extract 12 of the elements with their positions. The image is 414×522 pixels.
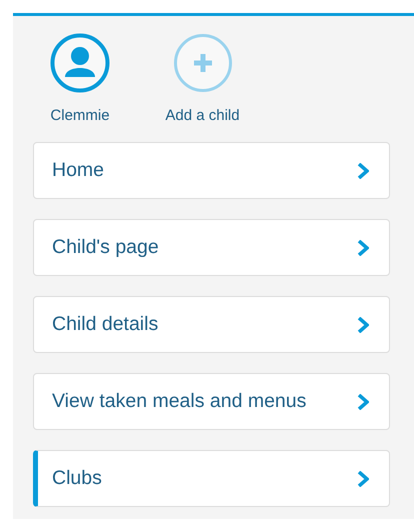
chevron-right-icon bbox=[357, 394, 369, 410]
chevron-right-icon bbox=[357, 162, 369, 178]
menu-item[interactable]: Child details bbox=[33, 296, 390, 353]
chevron-right-icon bbox=[357, 316, 369, 332]
add-child-button[interactable]: Add a child bbox=[147, 33, 258, 124]
chevron-right-icon bbox=[357, 240, 369, 256]
menu-item[interactable]: Clubs bbox=[33, 450, 390, 507]
menu-item[interactable]: View taken meals and menus bbox=[33, 373, 390, 430]
menu-item[interactable]: Child's page bbox=[33, 219, 390, 276]
chevron-right-icon bbox=[357, 470, 369, 486]
menu-item[interactable]: Home bbox=[33, 142, 390, 199]
child-avatar-button[interactable]: Clemmie bbox=[33, 33, 127, 124]
